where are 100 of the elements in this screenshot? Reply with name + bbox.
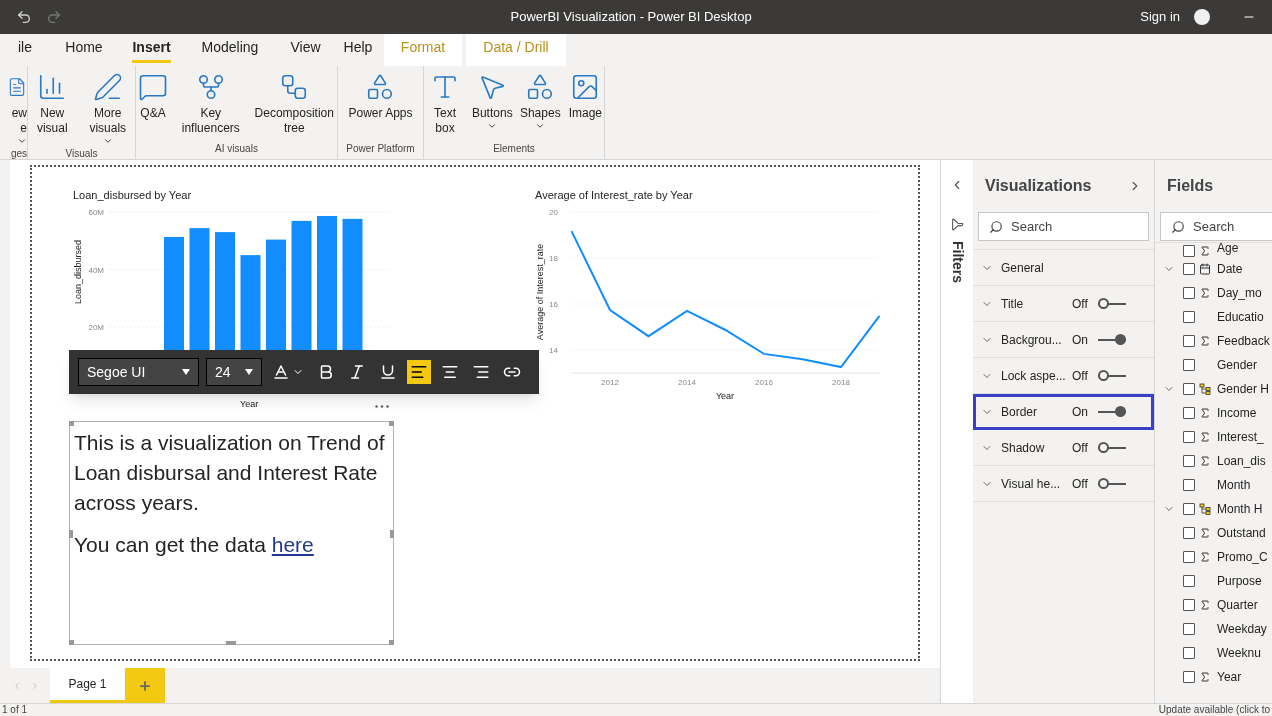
- format-section[interactable]: General: [973, 250, 1154, 286]
- format-section[interactable]: Lock aspe... Off: [973, 358, 1154, 394]
- checkbox[interactable]: [1183, 527, 1195, 539]
- ribbon-button[interactable]: More visuals: [80, 72, 135, 146]
- field-name[interactable]: Promo_C: [1217, 548, 1268, 566]
- field-name[interactable]: Year: [1217, 668, 1242, 686]
- ribbon-button[interactable]: ew e: [3, 72, 27, 146]
- checkbox[interactable]: [1183, 359, 1195, 371]
- checkbox[interactable]: [1183, 287, 1195, 299]
- checkbox[interactable]: [1183, 407, 1195, 419]
- ribbon-button[interactable]: Decomposition tree: [251, 72, 337, 141]
- axis-tick-label: 60M: [88, 208, 104, 217]
- field-name[interactable]: Outstand: [1217, 524, 1266, 542]
- field-name[interactable]: Income: [1217, 404, 1257, 422]
- field-name[interactable]: Feedback: [1217, 332, 1270, 350]
- font-dropdown[interactable]: Segoe UI: [78, 358, 199, 386]
- toolbar-button[interactable]: [407, 360, 431, 384]
- checkbox[interactable]: [1183, 335, 1195, 347]
- format-section[interactable]: Visual he... Off: [973, 466, 1154, 502]
- checkbox[interactable]: [1183, 455, 1195, 467]
- field-name[interactable]: Month H: [1217, 500, 1263, 518]
- field-name[interactable]: Educatio: [1217, 308, 1264, 326]
- checkbox[interactable]: [1183, 575, 1195, 587]
- field-name[interactable]: Day_mo: [1217, 284, 1262, 302]
- resize-handle[interactable]: [390, 530, 394, 538]
- toggle-switch[interactable]: [1098, 441, 1126, 454]
- checkbox[interactable]: [1183, 245, 1195, 257]
- field-name[interactable]: Weekday: [1217, 620, 1267, 638]
- checkbox[interactable]: [1183, 647, 1195, 659]
- undo-icon[interactable]: [16, 9, 32, 25]
- link[interactable]: here: [271, 533, 314, 556]
- sign-in-link[interactable]: Sign in: [1140, 7, 1180, 27]
- checkbox[interactable]: [1183, 503, 1195, 515]
- checkbox[interactable]: [1183, 311, 1195, 323]
- toggle-status: Off: [1072, 439, 1089, 457]
- filters-pane-label[interactable]: Filters: [946, 241, 968, 283]
- format-section[interactable]: Border On: [973, 394, 1154, 430]
- sigma-icon: [1199, 287, 1211, 299]
- ribbon-tab[interactable]: Insert: [118, 34, 185, 66]
- update-notice[interactable]: Update available (click to: [1158, 704, 1270, 716]
- font-size-dropdown[interactable]: 24: [206, 358, 262, 386]
- ribbon-group-label: AI visuals: [215, 142, 258, 156]
- ribbon-button[interactable]: New visual: [28, 72, 77, 146]
- text-paragraph: You can get the data here: [74, 532, 315, 558]
- ribbon-tab[interactable]: View: [275, 34, 336, 66]
- ribbon-group-label: Elements: [493, 142, 535, 156]
- resize-handle[interactable]: [69, 640, 74, 645]
- text-box[interactable]: This is a visualization on Trend of Loan disbursal and Interest Rate across years. You can get the data here: [69, 421, 394, 645]
- toggle-switch[interactable]: [1098, 297, 1126, 310]
- field-name[interactable]: Loan_dis: [1217, 452, 1266, 470]
- field-name[interactable]: Age: [1217, 239, 1239, 257]
- checkbox[interactable]: [1183, 671, 1195, 683]
- format-section[interactable]: Title Off: [973, 286, 1154, 322]
- checkbox[interactable]: [1183, 551, 1195, 563]
- ribbon-button[interactable]: Q&A: [136, 72, 170, 141]
- field-name[interactable]: Date: [1217, 260, 1243, 278]
- ribbon-tab[interactable]: Home: [50, 34, 118, 66]
- field-name[interactable]: Purpose: [1217, 572, 1262, 590]
- toggle-switch[interactable]: [1098, 369, 1126, 382]
- redo-icon[interactable]: [46, 9, 62, 25]
- field-name[interactable]: Gender: [1217, 356, 1258, 374]
- ribbon-button[interactable]: Buttons: [469, 72, 514, 141]
- checkbox[interactable]: [1183, 623, 1195, 635]
- checkbox[interactable]: [1183, 599, 1195, 611]
- toggle-switch[interactable]: [1098, 405, 1126, 418]
- resize-handle[interactable]: [226, 641, 236, 645]
- field-name[interactable]: Interest_: [1217, 428, 1264, 446]
- chart-title: Loan_disbursed by Year: [73, 189, 192, 201]
- ribbon-button[interactable]: Shapes: [517, 72, 563, 141]
- more-options-icon[interactable]: [374, 403, 390, 409]
- field-name[interactable]: Month: [1217, 476, 1251, 494]
- resize-handle[interactable]: [389, 640, 394, 645]
- page-tab[interactable]: Page 1: [50, 668, 125, 703]
- field-name[interactable]: Quarter: [1217, 596, 1258, 614]
- field-name[interactable]: Weeknu: [1217, 644, 1261, 662]
- resize-handle[interactable]: [69, 530, 73, 538]
- checkbox[interactable]: [1183, 479, 1195, 491]
- ribbon-tab[interactable]: Modeling: [185, 34, 275, 66]
- search-icon: [989, 219, 1003, 234]
- ribbon-button[interactable]: Power Apps: [346, 72, 415, 141]
- checkbox[interactable]: [1183, 383, 1195, 395]
- checkbox[interactable]: [1183, 431, 1195, 443]
- checkbox[interactable]: [1183, 263, 1195, 275]
- toggle-switch[interactable]: [1098, 333, 1126, 346]
- search-field[interactable]: Search: [978, 212, 1149, 241]
- format-section[interactable]: Backgrou... On: [973, 322, 1154, 358]
- format-section[interactable]: Shadow Off: [973, 430, 1154, 466]
- ribbon-button[interactable]: Text box: [424, 72, 466, 141]
- avatar-icon[interactable]: [1194, 9, 1210, 25]
- ribbon-tab[interactable]: Help: [336, 34, 380, 66]
- ribbon-button[interactable]: Image: [566, 72, 604, 141]
- resize-handle[interactable]: [69, 421, 74, 426]
- axis-tick-label: 20: [549, 208, 558, 217]
- field-name[interactable]: Gender H: [1217, 380, 1270, 398]
- ribbon-tab[interactable]: ile: [0, 34, 50, 66]
- toggle-switch[interactable]: [1098, 477, 1126, 490]
- ribbon-button[interactable]: Key influencers: [174, 72, 248, 141]
- filter-icon[interactable]: [950, 218, 964, 231]
- search-field[interactable]: Search: [1160, 212, 1272, 241]
- resize-handle[interactable]: [389, 421, 394, 426]
